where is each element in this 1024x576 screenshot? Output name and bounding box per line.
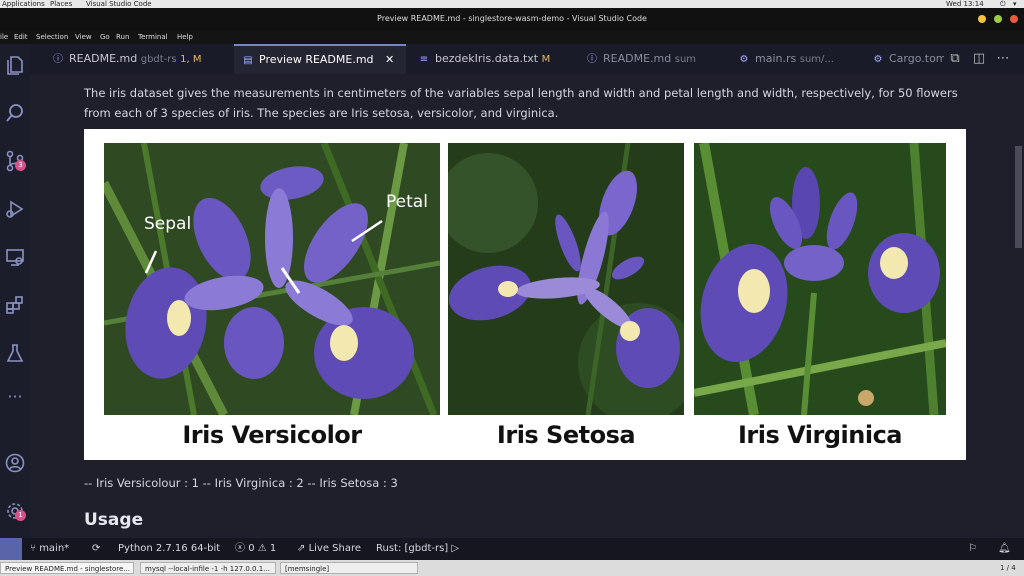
menu-arrow-icon[interactable]: ▾ [1013, 0, 1017, 8]
problems-indicator[interactable]: ⓧ 0 ⚠ 1 [235, 538, 276, 560]
live-share-icon: ⇗ [297, 543, 309, 554]
branch-indicator[interactable]: ⑂ main* [30, 538, 69, 560]
more-actions-icon[interactable]: ··· [4, 389, 26, 412]
menu-run[interactable]: Run [116, 30, 129, 44]
system-top-bar: Applications Places Visual Studio Code W… [0, 0, 1024, 8]
sepal-label: Sepal [144, 214, 191, 234]
gear-icon: ⚙ [873, 54, 883, 65]
editor-scrollbar[interactable] [1010, 74, 1024, 538]
remote-indicator[interactable] [0, 538, 22, 560]
usage-heading: Usage [84, 510, 144, 530]
petal-label: Petal [386, 192, 428, 212]
tab-bezdekiris[interactable]: ≡ bezdekIris.data.txt M [406, 44, 576, 74]
scrollbar-thumb[interactable] [1015, 146, 1022, 248]
maximize-button[interactable] [994, 15, 1002, 23]
warning-icon: ⚠ [257, 543, 267, 554]
iris-virginica-image [694, 143, 946, 415]
tab-readme-gbdt[interactable]: ⓘ README.md gbdt-rs 1, M [30, 44, 234, 74]
error-icon: ⓧ [235, 543, 249, 554]
places-menu[interactable]: Places [50, 0, 72, 8]
power-icon[interactable]: ⏻ [1000, 0, 1006, 8]
tab-preview-readme[interactable]: ▤ Preview README.md ✕ [234, 44, 406, 74]
taskbar-item-mysql[interactable]: mysql --local-infile -1 -h 127.0.0.1... [140, 562, 276, 574]
info-icon: ⓘ [587, 54, 597, 65]
more-editor-actions-icon[interactable]: ⋯ [996, 52, 1010, 66]
accounts-icon[interactable] [4, 452, 26, 474]
tab-cargo-toml[interactable]: ⚙ Cargo.tom [862, 44, 944, 74]
close-window-button[interactable] [1010, 15, 1018, 23]
markdown-preview: The iris dataset gives the measurements … [30, 74, 1010, 538]
active-app-menu[interactable]: Visual Studio Code [86, 0, 152, 8]
window-title: Preview README.md - singlestore-wasm-dem… [377, 14, 647, 23]
tab-main-rs[interactable]: ⚙ main.rs sum/... [728, 44, 862, 74]
iris-versicolor-image: Sepal Petal [104, 143, 440, 415]
editor-tab-bar: ⓘ README.md gbdt-rs 1, M ▤ Preview README.… [30, 44, 1024, 74]
extensions-icon[interactable] [4, 294, 26, 316]
settings-badge: 1 [15, 510, 26, 521]
split-editor-icon[interactable]: ◫ [972, 52, 986, 66]
species-mapping-text: -- Iris Versicolour : 1 -- Iris Virginic… [84, 476, 398, 490]
feedback-icon[interactable]: ⚐ [968, 538, 977, 560]
window-title-bar: Preview README.md - singlestore-wasm-dem… [0, 8, 1024, 30]
caption-virginica: Iris Virginica [738, 421, 903, 449]
close-tab-icon[interactable]: ✕ [385, 53, 394, 66]
applications-menu[interactable]: Applications [2, 0, 45, 8]
source-control-icon[interactable]: 3 [4, 150, 26, 172]
menu-file[interactable]: ile [0, 30, 8, 44]
info-icon: ⓘ [53, 54, 63, 65]
source-control-badge: 3 [15, 160, 26, 171]
preview-icon: ▤ [243, 55, 253, 66]
rust-icon: ⚙ [739, 54, 749, 65]
menu-bar: ile Edit Selection View Go Run Terminal … [0, 30, 1024, 44]
sync-icon[interactable]: ⟳ [92, 538, 100, 560]
menu-selection[interactable]: Selection [36, 30, 68, 44]
clock: Wed 13:14 [946, 0, 984, 8]
iris-setosa-image [448, 143, 684, 415]
caption-setosa: Iris Setosa [496, 421, 636, 449]
os-taskbar: Preview README.md - singlestore... mysql… [0, 560, 1024, 576]
live-share-button[interactable]: ⇗ Live Share [297, 538, 361, 560]
python-interpreter[interactable]: Python 2.7.16 64-bit [118, 538, 220, 560]
activity-bar: 3 ··· 1 [0, 44, 30, 538]
status-bar: ⑂ main* ⟳ Python 2.7.16 64-bit ⓧ 0 ⚠ 1 ⇗… [0, 538, 1024, 560]
tab-readme-sum[interactable]: ⓘ README.md sum [576, 44, 728, 74]
menu-help[interactable]: Help [177, 30, 193, 44]
play-icon: ▷ [451, 543, 460, 554]
testing-flask-icon[interactable] [4, 342, 26, 364]
explorer-icon[interactable] [4, 54, 26, 76]
manage-gear-icon[interactable]: 1 [4, 500, 26, 522]
branch-icon: ⑂ [30, 543, 40, 554]
intro-paragraph: The iris dataset gives the measurements … [84, 86, 958, 120]
caption-versicolor: Iris Versicolor [182, 421, 362, 449]
run-debug-icon[interactable] [4, 198, 26, 220]
rust-status[interactable]: Rust: [gbdt-rs] ▷ [376, 538, 459, 560]
notifications-icon[interactable]: 🔔︎ [998, 538, 1011, 560]
taskbar-item-vscode[interactable]: Preview README.md - singlestore... [0, 562, 134, 574]
menu-terminal[interactable]: Terminal [138, 30, 168, 44]
minimize-button[interactable] [978, 15, 986, 23]
menu-view[interactable]: View [75, 30, 92, 44]
workspace-pager[interactable]: 1 / 4 [1000, 560, 1016, 576]
remote-explorer-icon[interactable] [4, 246, 26, 268]
iris-species-figure: Sepal Petal Iris Versicolor Iris Setosa … [84, 129, 966, 460]
taskbar-item-memsingle[interactable]: [memsingle] [280, 562, 418, 574]
lines-icon: ≡ [419, 54, 429, 65]
menu-go[interactable]: Go [100, 30, 110, 44]
menu-edit[interactable]: Edit [14, 30, 28, 44]
open-source-icon[interactable]: ⧉ [948, 52, 962, 66]
search-icon[interactable] [4, 102, 26, 124]
